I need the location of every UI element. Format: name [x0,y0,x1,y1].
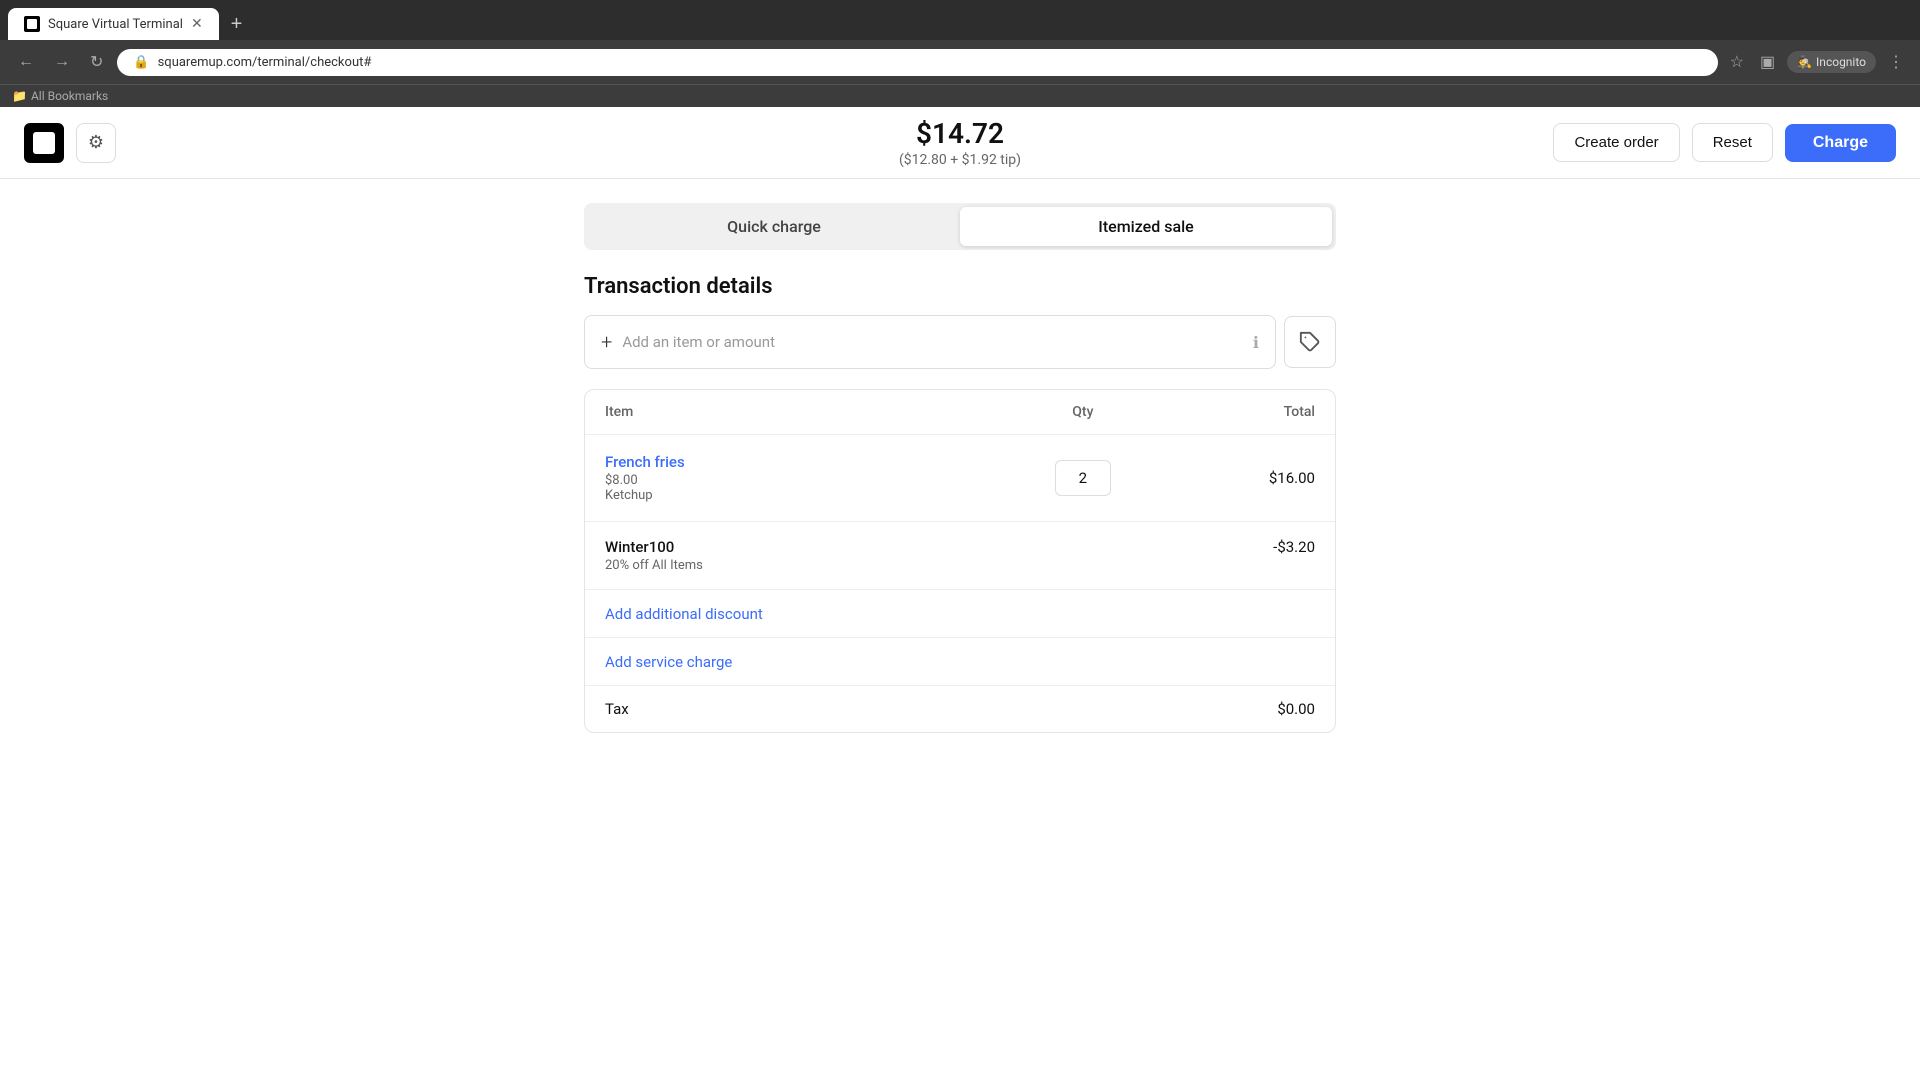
charge-button[interactable]: Charge [1785,124,1896,162]
col-qty-header: Qty [1015,404,1152,420]
new-tab-button[interactable]: + [223,9,251,40]
reload-button[interactable]: ↻ [84,48,109,76]
table-row: French fries $8.00 Ketchup 2 $16.00 [585,435,1335,522]
add-discount-link[interactable]: Add additional discount [605,605,763,623]
lock-icon: 🔒 [133,55,149,70]
tag-button[interactable] [1284,316,1336,368]
amount-breakdown: ($12.80 + $1.92 tip) [899,152,1021,168]
tab-favicon [24,16,40,32]
app-header: ⚙ $14.72 ($12.80 + $1.92 tip) Create ord… [0,107,1920,179]
app-logo[interactable] [24,123,64,163]
discount-desc: 20% off All Items [605,558,1273,573]
item-name-link[interactable]: French fries [605,453,1015,471]
logo-inner [33,132,55,154]
item-modifier: Ketchup [605,488,1015,503]
browser-chrome: Square Virtual Terminal ✕ + ← → ↻ 🔒 squa… [0,0,1920,107]
incognito-badge: 🕵 Incognito [1787,51,1876,73]
split-view-icon[interactable]: ▣ [1756,48,1779,76]
header-actions: Create order Reset Charge [1553,123,1896,162]
bookmarks-bar: 📁 All Bookmarks [0,84,1920,107]
bookmarks-label: All Bookmarks [31,89,108,103]
table-header: Item Qty Total [585,390,1335,435]
header-center: $14.72 ($12.80 + $1.92 tip) [899,117,1021,168]
url-text: squaremup.com/terminal/checkout# [158,55,1702,70]
app-container: ⚙ $14.72 ($12.80 + $1.92 tip) Create ord… [0,107,1920,1087]
add-item-placeholder: Add an item or amount [622,333,775,351]
item-price: $8.00 [605,473,1015,488]
item-total: $16.00 [1151,469,1315,487]
tab-group: Quick charge Itemized sale [584,203,1336,250]
main-content: Quick charge Itemized sale Transaction d… [560,179,1360,757]
settings-button[interactable]: ⚙ [76,123,116,163]
back-button[interactable]: ← [12,49,40,75]
incognito-label: Incognito [1816,55,1866,69]
qty-box[interactable]: 2 [1055,460,1111,496]
bookmark-icon[interactable]: ☆ [1726,48,1748,76]
tab-quick-charge[interactable]: Quick charge [588,207,960,246]
add-item-row: + Add an item or amount ℹ [584,315,1336,369]
tab-close-icon[interactable]: ✕ [191,16,203,32]
tax-amount: $0.00 [1277,700,1315,718]
discount-name: Winter100 [605,538,1273,556]
discount-amount: -$3.20 [1273,538,1315,556]
add-service-link[interactable]: Add service charge [605,653,732,671]
tag-icon [1299,331,1321,353]
browser-nav: ← → ↻ 🔒 squaremup.com/terminal/checkout#… [0,40,1920,84]
info-icon: ℹ [1253,333,1259,352]
tax-label: Tax [605,700,1277,718]
add-discount-row: Add additional discount [585,590,1335,638]
address-bar[interactable]: 🔒 squaremup.com/terminal/checkout# [117,49,1717,76]
tab-itemized-sale[interactable]: Itemized sale [960,207,1332,246]
qty-input: 2 [1015,460,1152,496]
forward-button[interactable]: → [48,49,76,75]
item-info: French fries $8.00 Ketchup [605,453,1015,503]
browser-tab[interactable]: Square Virtual Terminal ✕ [8,8,219,40]
plus-icon: + [601,330,612,354]
add-service-row: Add service charge [585,638,1335,686]
col-total-header: Total [1151,404,1315,420]
total-amount: $14.72 [899,117,1021,150]
create-order-button[interactable]: Create order [1553,123,1679,162]
discount-row: Winter100 20% off All Items -$3.20 [585,522,1335,590]
items-table: Item Qty Total French fries $8.00 Ketchu… [584,389,1336,733]
col-item-header: Item [605,404,1015,420]
incognito-icon: 🕵 [1797,55,1812,69]
add-item-input[interactable]: + Add an item or amount ℹ [584,315,1276,369]
reset-button[interactable]: Reset [1692,123,1773,162]
bookmarks-folder-icon: 📁 [12,89,27,103]
tab-bar: Square Virtual Terminal ✕ + [0,0,1920,40]
tax-row: Tax $0.00 [585,686,1335,732]
section-title: Transaction details [584,274,1336,299]
menu-icon[interactable]: ⋮ [1884,48,1908,76]
nav-icons: ☆ ▣ 🕵 Incognito ⋮ [1726,48,1908,76]
tab-title: Square Virtual Terminal [48,17,183,32]
